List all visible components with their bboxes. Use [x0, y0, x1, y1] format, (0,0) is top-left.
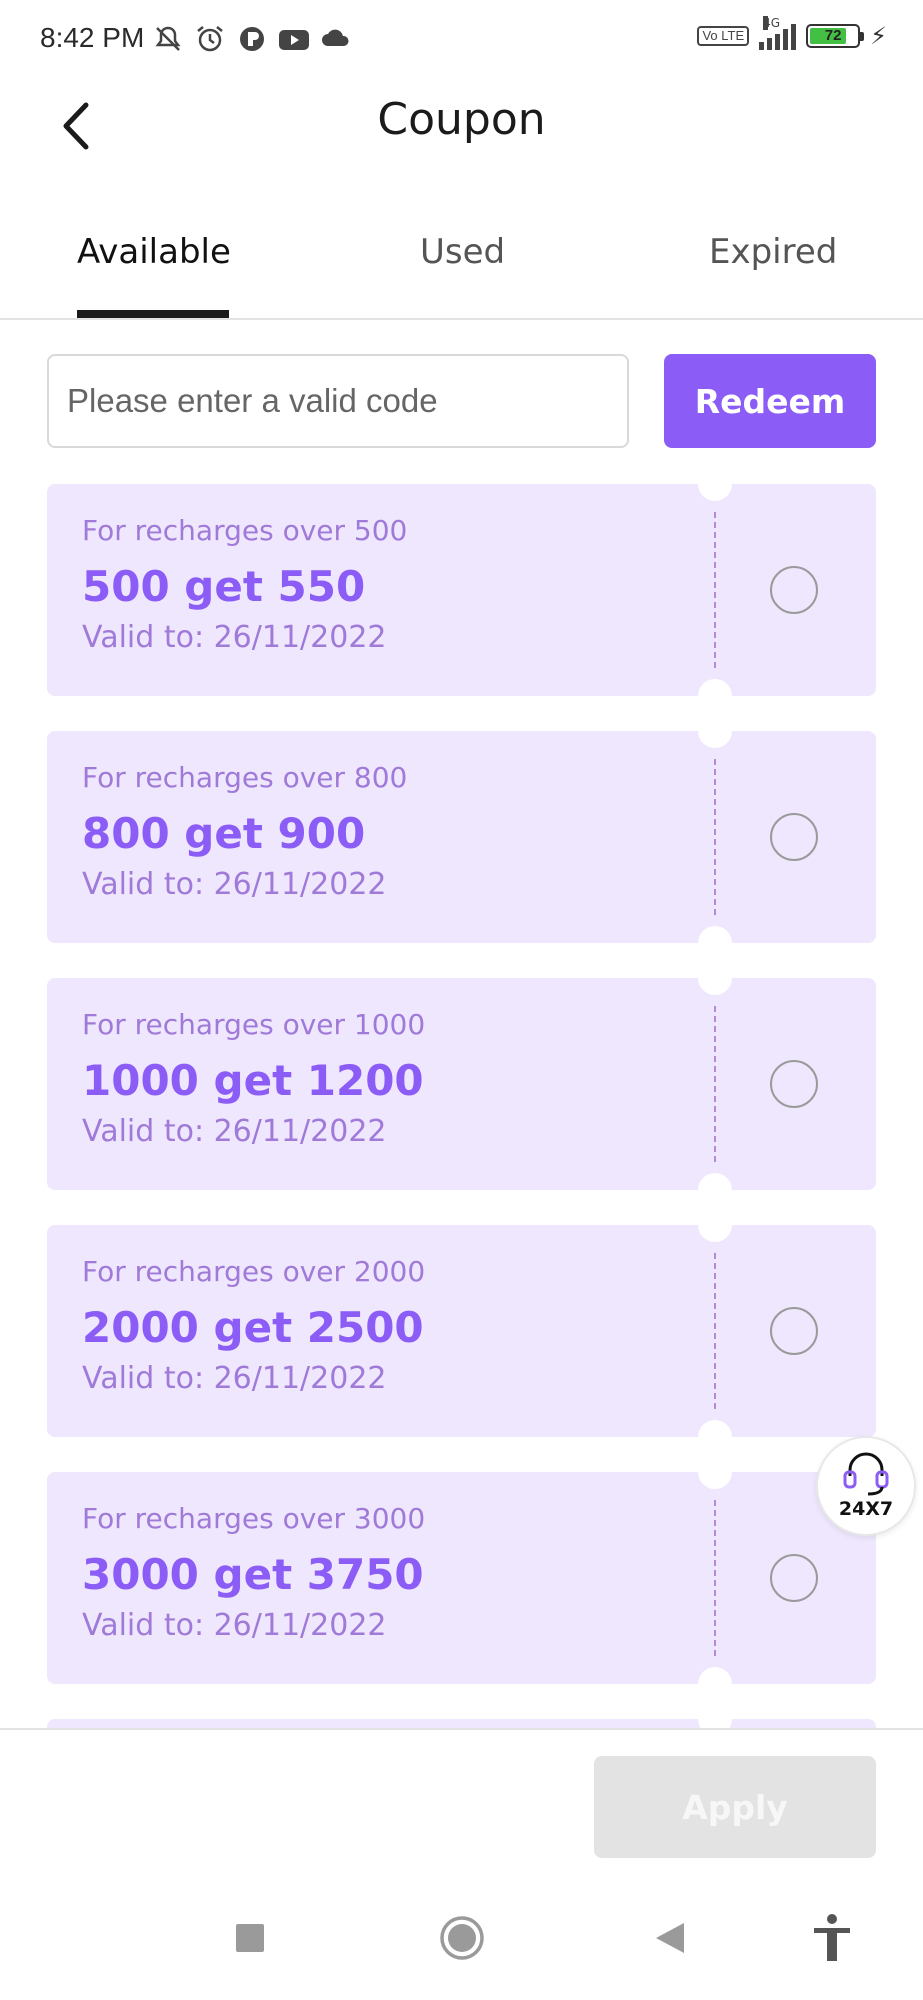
coupon-title: 2000 get 2500 — [82, 1303, 424, 1352]
support-label: 24X7 — [838, 1498, 894, 1520]
coupon-card[interactable]: For recharges over 2000 2000 get 2500 Va… — [47, 1208, 876, 1454]
app-icon — [236, 24, 268, 56]
home-button[interactable] — [432, 1908, 492, 1968]
circle-icon — [440, 1916, 484, 1960]
status-icons-right: Vo LTE 4G 72 ⚡ — [697, 16, 887, 50]
battery-icon: 72 — [806, 24, 865, 48]
accessibility-icon — [814, 1914, 850, 1961]
coupon-divider — [714, 1500, 716, 1656]
coupon-validity: Valid to: 26/11/2022 — [82, 1114, 387, 1149]
tab-expired[interactable]: Expired — [709, 232, 837, 272]
coupon-card[interactable]: For recharges over 800 800 get 900 Valid… — [47, 714, 876, 960]
active-tab-indicator — [77, 310, 229, 318]
header: Coupon — [0, 80, 923, 170]
signal-icon: 4G — [759, 16, 797, 50]
coupon-validity: Valid to: 26/11/2022 — [82, 867, 387, 902]
tab-used[interactable]: Used — [420, 232, 505, 272]
coupon-condition: For recharges over 1000 — [82, 1008, 426, 1041]
system-nav-bar — [0, 1878, 923, 2000]
accessibility-button[interactable] — [802, 1908, 862, 1968]
mute-icon — [152, 24, 184, 56]
coupon-title: 500 get 550 — [82, 562, 366, 611]
bottom-bar: Apply — [0, 1728, 923, 1880]
coupon-condition: For recharges over 3000 — [82, 1502, 426, 1535]
tab-available[interactable]: Available — [77, 232, 231, 272]
back-nav-button[interactable] — [640, 1908, 700, 1968]
volte-icon: Vo LTE — [697, 26, 750, 46]
coupon-divider — [714, 759, 716, 915]
coupon-card[interactable]: For recharges over 500 500 get 550 Valid… — [47, 484, 876, 713]
coupon-title: 1000 get 1200 — [82, 1056, 424, 1105]
recents-button[interactable] — [220, 1908, 280, 1968]
coupon-radio[interactable] — [770, 1554, 818, 1602]
coupon-condition: For recharges over 2000 — [82, 1255, 426, 1288]
coupon-radio[interactable] — [770, 1307, 818, 1355]
network-type: 4G — [763, 16, 781, 30]
support-button[interactable]: 24X7 — [816, 1436, 916, 1536]
coupon-card[interactable]: For recharges over 1000 1000 get 1200 Va… — [47, 961, 876, 1207]
charging-icon: ⚡ — [870, 22, 887, 50]
tab-bar: Available Used Expired — [0, 220, 923, 320]
coupon-title: 3000 get 3750 — [82, 1550, 424, 1599]
coupon-radio[interactable] — [770, 566, 818, 614]
square-icon — [236, 1924, 264, 1952]
apply-button[interactable]: Apply — [594, 1756, 876, 1858]
coupon-condition: For recharges over 800 — [82, 761, 408, 794]
coupon-radio[interactable] — [770, 813, 818, 861]
coupon-title: 800 get 900 — [82, 809, 366, 858]
triangle-back-icon — [656, 1923, 684, 1953]
youtube-icon — [278, 24, 310, 56]
coupon-code-input[interactable] — [47, 354, 629, 448]
coupon-card[interactable]: For recharges over 3000 3000 get 3750 Va… — [47, 1455, 876, 1701]
redeem-button[interactable]: Redeem — [664, 354, 876, 448]
coupon-validity: Valid to: 26/11/2022 — [82, 620, 387, 655]
headset-icon — [843, 1452, 889, 1496]
status-bar: 8:42 PM Vo LTE 4G 72 ⚡ — [0, 0, 923, 80]
coupon-divider — [714, 512, 716, 668]
page-title: Coupon — [377, 94, 546, 145]
coupon-condition: For recharges over 500 — [82, 514, 408, 547]
status-icons-left — [152, 24, 352, 56]
coupon-validity: Valid to: 26/11/2022 — [82, 1361, 387, 1396]
status-time: 8:42 PM — [40, 22, 145, 53]
alarm-icon — [194, 24, 226, 56]
battery-percent: 72 — [824, 27, 842, 44]
coupon-divider — [714, 1253, 716, 1409]
coupon-radio[interactable] — [770, 1060, 818, 1108]
coupon-list[interactable]: For recharges over 500 500 get 550 Valid… — [47, 484, 876, 1729]
coupon-validity: Valid to: 26/11/2022 — [82, 1608, 387, 1643]
coupon-divider — [714, 1006, 716, 1162]
cloud-icon — [320, 24, 352, 56]
